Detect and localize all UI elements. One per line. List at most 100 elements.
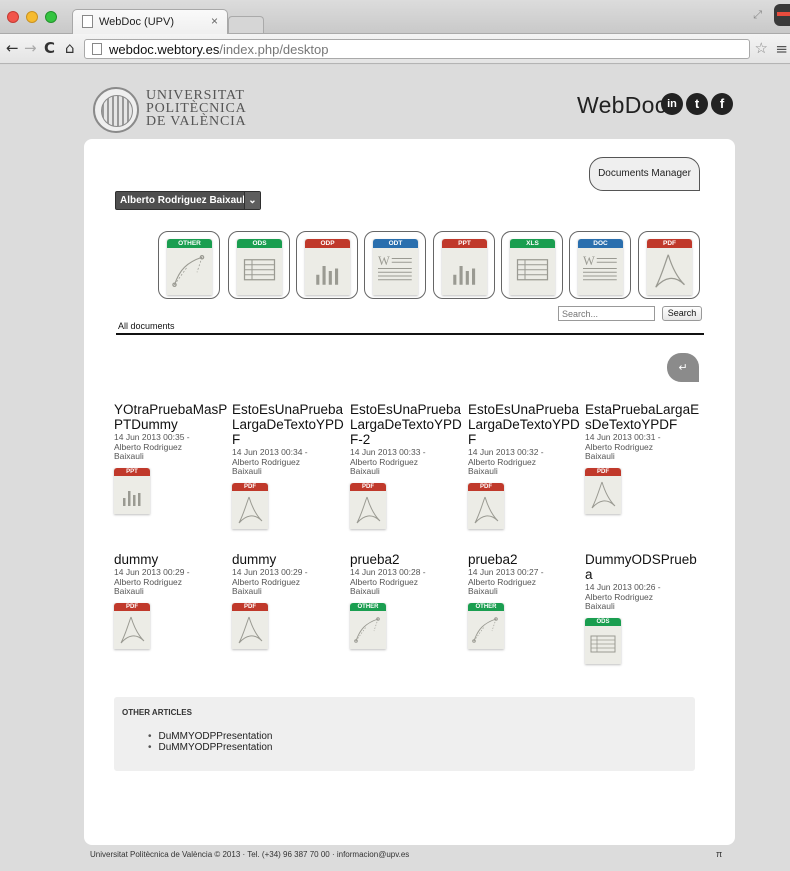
document-meta: 14 Jun 2013 00:31 - Alberto Rodriguez Ba… bbox=[585, 432, 661, 461]
tab-title: WebDoc (UPV) bbox=[99, 16, 174, 28]
brand-title: WebDoc bbox=[577, 92, 667, 118]
forward-arrow-icon[interactable]: → bbox=[24, 40, 37, 56]
user-dropdown[interactable]: Alberto Rodriguez Baixauli ⌄ bbox=[115, 191, 261, 210]
new-tab-button[interactable] bbox=[228, 16, 264, 33]
pdf-file-icon[interactable]: PDF bbox=[350, 482, 386, 529]
pdf-file-icon[interactable]: PDF bbox=[468, 482, 504, 529]
document-title[interactable]: EstoEsUnaPruebaLargaDeTextoYPDF bbox=[232, 402, 347, 447]
incognito-avatar-icon bbox=[774, 4, 790, 26]
search-button[interactable]: Search bbox=[662, 306, 702, 321]
document-item[interactable]: EstoEsUnaPruebaLargaDeTextoYPDF 14 Jun 20… bbox=[232, 402, 347, 529]
filter-ppt-button[interactable]: PPT bbox=[433, 231, 495, 299]
document-title[interactable]: EstoEsUnaPruebaLargaDeTextoYPDF-2 bbox=[350, 402, 465, 447]
document-item[interactable]: EstoEsUnaPruebaLargaDeTextoYPDF 14 Jun 20… bbox=[468, 402, 583, 529]
document-title[interactable]: prueba2 bbox=[350, 552, 465, 567]
filter-odp-button[interactable]: ODP bbox=[296, 231, 358, 299]
filter-other-button[interactable]: OTHER bbox=[158, 231, 220, 299]
ppt-file-icon: PPT bbox=[442, 239, 487, 295]
footer-pi-link[interactable]: π bbox=[716, 849, 722, 859]
document-meta: 14 Jun 2013 00:28 - Alberto Rodriguez Ba… bbox=[350, 567, 426, 596]
document-title[interactable]: EstaPruebaLargaEsDeTextoYPDF bbox=[585, 402, 700, 432]
document-item[interactable]: prueba2 14 Jun 2013 00:27 - Alberto Rodri… bbox=[468, 552, 583, 649]
doc-file-icon: DOC W bbox=[578, 239, 623, 295]
minimize-window-button[interactable] bbox=[26, 11, 38, 23]
odp-file-icon: ODP bbox=[305, 239, 350, 295]
filter-ods-button[interactable]: ODS bbox=[228, 231, 290, 299]
document-meta: 14 Jun 2013 00:32 - Alberto Rodriguez Ba… bbox=[468, 447, 544, 476]
file-type-badge: ODS bbox=[585, 617, 621, 626]
page-icon bbox=[82, 15, 93, 28]
facebook-icon[interactable]: f bbox=[711, 93, 733, 115]
university-line: DE VALÈNCIA bbox=[146, 114, 247, 129]
reload-icon[interactable]: C bbox=[44, 40, 55, 56]
ods-file-icon: ODS bbox=[237, 239, 282, 295]
university-name: UNIVERSITAT POLITÈCNICA DE VALÈNCIA bbox=[146, 89, 247, 129]
ppt-file-icon[interactable]: PPT bbox=[114, 467, 150, 514]
browser-tabbar: WebDoc (UPV) × ⤢ bbox=[0, 0, 790, 34]
back-icon[interactable]: ↵ bbox=[667, 353, 699, 382]
other-file-icon[interactable]: OTHER bbox=[468, 602, 504, 649]
document-meta: 14 Jun 2013 00:34 - Alberto Rodriguez Ba… bbox=[232, 447, 308, 476]
close-window-button[interactable] bbox=[7, 11, 19, 23]
document-title[interactable]: prueba2 bbox=[468, 552, 583, 567]
pdf-file-icon[interactable]: PDF bbox=[232, 602, 268, 649]
bookmark-star-icon[interactable]: ☆ bbox=[755, 39, 768, 57]
pdf-file-icon[interactable]: PDF bbox=[585, 467, 621, 514]
xls-file-icon: XLS bbox=[510, 239, 555, 295]
documents-manager-button[interactable]: Documents Manager bbox=[589, 157, 700, 191]
other-file-icon[interactable]: OTHER bbox=[350, 602, 386, 649]
back-arrow-icon[interactable]: ← bbox=[6, 40, 19, 56]
odt-file-icon: ODT W bbox=[373, 239, 418, 295]
fullscreen-icon[interactable]: ⤢ bbox=[753, 8, 762, 22]
all-documents-label[interactable]: All documents bbox=[118, 321, 175, 331]
document-title[interactable]: dummy bbox=[114, 552, 229, 567]
document-item[interactable]: DummyODSPrueba 14 Jun 2013 00:26 - Albert… bbox=[585, 552, 700, 664]
upv-seal-logo bbox=[93, 87, 139, 133]
file-type-badge: PDF bbox=[232, 482, 268, 491]
document-meta: 14 Jun 2013 00:29 - Alberto Rodriguez Ba… bbox=[114, 567, 190, 596]
file-type-badge: PDF bbox=[232, 602, 268, 611]
svg-text:W: W bbox=[378, 254, 390, 268]
document-meta: 14 Jun 2013 00:26 - Alberto Rodriguez Ba… bbox=[585, 582, 661, 611]
filter-doc-button[interactable]: DOC W bbox=[569, 231, 631, 299]
document-item[interactable]: dummy 14 Jun 2013 00:29 - Alberto Rodrigu… bbox=[114, 552, 229, 649]
url-text: webdoc.webtory.es/index.php/desktop bbox=[109, 42, 329, 57]
document-item[interactable]: YOtraPruebaMasPPTDummy 14 Jun 2013 00:35 … bbox=[114, 402, 229, 514]
pdf-file-icon[interactable]: PDF bbox=[232, 482, 268, 529]
document-title[interactable]: EstoEsUnaPruebaLargaDeTextoYPDF bbox=[468, 402, 583, 447]
pdf-file-icon: PDF bbox=[647, 239, 692, 295]
tab-close-icon[interactable]: × bbox=[211, 14, 218, 28]
page-icon bbox=[92, 43, 102, 55]
document-title[interactable]: DummyODSPrueba bbox=[585, 552, 700, 582]
document-item[interactable]: dummy 14 Jun 2013 00:29 - Alberto Rodrigu… bbox=[232, 552, 347, 649]
filter-pdf-button[interactable]: PDF bbox=[638, 231, 700, 299]
file-type-badge: PDF bbox=[468, 482, 504, 491]
home-icon[interactable]: ⌂ bbox=[65, 40, 75, 56]
user-name: Alberto Rodriguez Baixauli bbox=[120, 195, 248, 206]
document-item[interactable]: prueba2 14 Jun 2013 00:28 - Alberto Rodri… bbox=[350, 552, 465, 649]
document-meta: 14 Jun 2013 00:29 - Alberto Rodriguez Ba… bbox=[232, 567, 308, 596]
twitter-icon[interactable]: t bbox=[686, 93, 708, 115]
search-input[interactable] bbox=[558, 306, 655, 321]
file-type-badge: PDF bbox=[585, 467, 621, 476]
filter-xls-button[interactable]: XLS bbox=[501, 231, 563, 299]
document-title[interactable]: dummy bbox=[232, 552, 347, 567]
linkedin-icon[interactable]: in bbox=[661, 93, 683, 115]
ods-file-icon[interactable]: ODS bbox=[585, 617, 621, 664]
menu-icon[interactable]: ≡ bbox=[775, 40, 788, 58]
document-item[interactable]: EstaPruebaLargaEsDeTextoYPDF 14 Jun 2013 … bbox=[585, 402, 700, 514]
other-article-link[interactable]: DuMMYODPPresentation bbox=[148, 742, 273, 753]
other-articles-list: DuMMYODPPresentation DuMMYODPPresentatio… bbox=[148, 731, 273, 753]
footer-text: Universitat Politècnica de València © 20… bbox=[90, 850, 410, 859]
other-article-link[interactable]: DuMMYODPPresentation bbox=[148, 731, 273, 742]
other-file-icon: OTHER bbox=[167, 239, 212, 295]
document-title[interactable]: YOtraPruebaMasPPTDummy bbox=[114, 402, 229, 432]
pdf-file-icon[interactable]: PDF bbox=[114, 602, 150, 649]
chevron-down-icon: ⌄ bbox=[244, 192, 260, 209]
address-bar[interactable]: webdoc.webtory.es/index.php/desktop bbox=[84, 39, 750, 59]
filter-odt-button[interactable]: ODT W bbox=[364, 231, 426, 299]
divider bbox=[116, 333, 704, 335]
zoom-window-button[interactable] bbox=[45, 11, 57, 23]
document-item[interactable]: EstoEsUnaPruebaLargaDeTextoYPDF-2 14 Jun … bbox=[350, 402, 465, 529]
browser-tab-active[interactable]: WebDoc (UPV) × bbox=[72, 9, 228, 34]
